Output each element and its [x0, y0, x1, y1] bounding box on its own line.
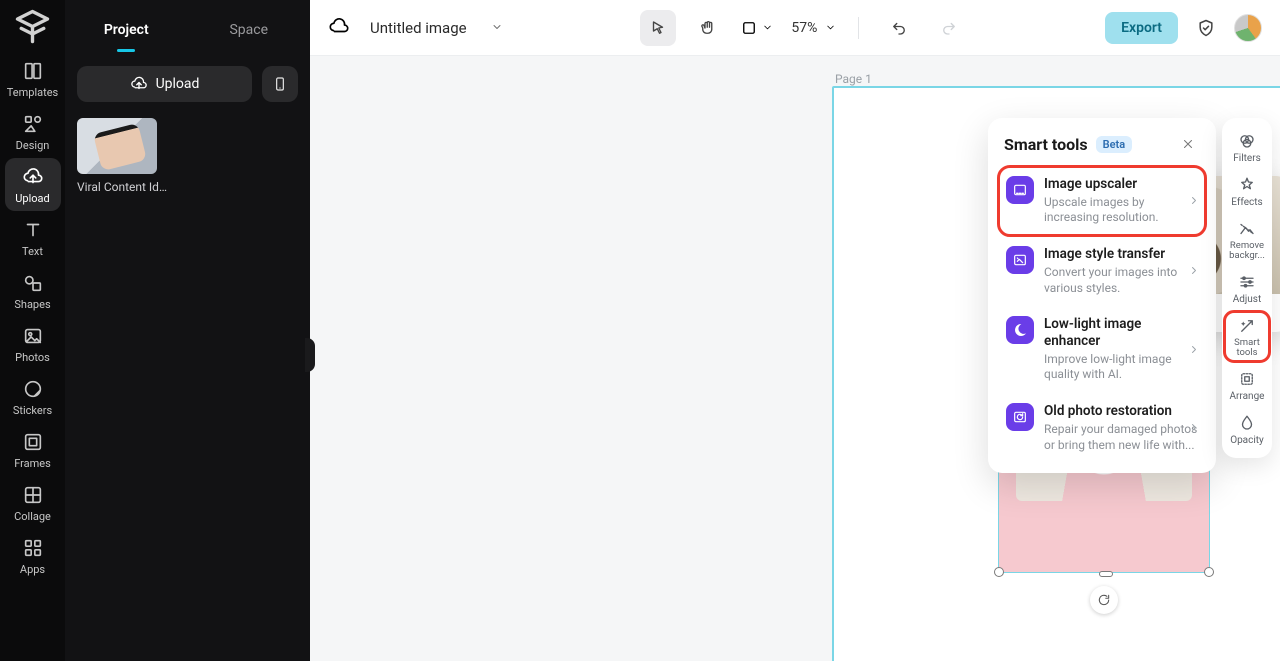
side-panel: Project Space Upload Viral Content Ideas…: [65, 0, 310, 661]
zoom-control[interactable]: 57%: [787, 20, 836, 36]
tool-image-upscaler[interactable]: Image upscaler Upscale images by increas…: [998, 166, 1206, 236]
nav-templates-label: Templates: [7, 86, 58, 99]
zoom-value: 57%: [787, 20, 821, 36]
tool-old-photo[interactable]: Old photo restoration Repair your damage…: [998, 393, 1206, 463]
resize-handle-bl[interactable]: [994, 567, 1004, 577]
chevron-right-icon: [1188, 419, 1200, 438]
nav-shapes-label: Shapes: [14, 298, 50, 311]
upload-button-label: Upload: [156, 76, 200, 92]
asset-item[interactable]: Viral Content Ideas(3...: [77, 118, 173, 194]
canvas[interactable]: Page 1: [310, 56, 1280, 661]
nav-collage-label: Collage: [14, 510, 51, 523]
topbar: Untitled image 57%: [310, 0, 1280, 56]
tool-low-light[interactable]: Low-light image enhancer Improve low-lig…: [998, 306, 1206, 393]
prop-adjust[interactable]: Adjust: [1224, 267, 1270, 309]
prop-opacity-label: Opacity: [1230, 435, 1264, 446]
app-logo[interactable]: [10, 6, 55, 46]
nav-design[interactable]: Design: [5, 105, 61, 158]
low-light-icon: [1006, 316, 1034, 344]
nav-text-label: Text: [22, 245, 43, 258]
property-rail: Filters Effects Remove backgr... Adjust …: [1222, 118, 1272, 458]
chevron-right-icon: [1188, 340, 1200, 359]
nav-text[interactable]: Text: [5, 211, 61, 264]
style-transfer-icon: [1006, 246, 1034, 274]
nav-frames[interactable]: Frames: [5, 423, 61, 476]
nav-shapes[interactable]: Shapes: [5, 264, 61, 317]
prop-filters-label: Filters: [1233, 153, 1261, 164]
prop-arrange-label: Arrange: [1230, 391, 1265, 402]
prop-adjust-label: Adjust: [1233, 294, 1262, 305]
hand-tool[interactable]: [690, 10, 726, 46]
tool-title: Old photo restoration: [1044, 403, 1198, 420]
beta-badge: Beta: [1096, 136, 1133, 153]
rotate-handle[interactable]: [1090, 586, 1118, 614]
prop-smart-tools-label: Smart tools: [1224, 338, 1270, 358]
cloud-sync-icon[interactable]: [328, 15, 350, 41]
tool-desc: Repair your damaged photos or bring them…: [1044, 422, 1198, 453]
nav-upload-label: Upload: [15, 192, 49, 205]
cursor-tool[interactable]: [640, 10, 676, 46]
tool-desc: Upscale images by increasing resolution.: [1044, 195, 1198, 226]
resize-handle-br[interactable]: [1204, 567, 1214, 577]
upload-button[interactable]: Upload: [77, 66, 252, 102]
redo-button[interactable]: [931, 10, 967, 46]
nav-photos-label: Photos: [15, 351, 50, 364]
asset-thumbnail: [77, 118, 157, 174]
prop-effects[interactable]: Effects: [1224, 170, 1270, 212]
tool-desc: Improve low-light image quality with AI.: [1044, 352, 1198, 383]
prop-remove-bg[interactable]: Remove backgr...: [1224, 214, 1270, 265]
chevron-right-icon: [1188, 192, 1200, 211]
tool-style-transfer[interactable]: Image style transfer Convert your images…: [998, 236, 1206, 306]
nav-collage[interactable]: Collage: [5, 476, 61, 529]
export-button[interactable]: Export: [1105, 12, 1178, 44]
export-button-label: Export: [1121, 20, 1162, 36]
restoration-icon: [1006, 403, 1034, 431]
document-title-caret-icon[interactable]: [491, 18, 503, 37]
asset-caption: Viral Content Ideas(3...: [77, 180, 173, 194]
nav-apps-label: Apps: [20, 563, 45, 576]
tab-project[interactable]: Project: [65, 22, 188, 52]
device-upload-button[interactable]: [262, 66, 298, 102]
nav-stickers[interactable]: Stickers: [5, 370, 61, 423]
tab-space[interactable]: Space: [188, 22, 311, 52]
prop-opacity[interactable]: Opacity: [1224, 408, 1270, 450]
shield-icon[interactable]: [1192, 14, 1220, 42]
left-nav-rail: Templates Design Upload Text Shapes Phot…: [0, 0, 65, 661]
topbar-divider: [858, 17, 859, 39]
prop-remove-bg-label: Remove backgr...: [1224, 241, 1270, 261]
prop-filters[interactable]: Filters: [1224, 126, 1270, 168]
popover-close-button[interactable]: [1176, 132, 1200, 156]
tool-title: Image upscaler: [1044, 176, 1198, 193]
page-label: Page 1: [835, 72, 872, 86]
nav-apps[interactable]: Apps: [5, 529, 61, 582]
upscaler-icon: [1006, 176, 1034, 204]
tool-desc: Convert your images into various styles.: [1044, 265, 1198, 296]
smart-tools-popover: Smart tools Beta Image upscaler Upscale …: [988, 118, 1216, 473]
nav-stickers-label: Stickers: [13, 404, 52, 417]
prop-effects-label: Effects: [1231, 197, 1262, 208]
nav-design-label: Design: [16, 139, 50, 152]
nav-templates[interactable]: Templates: [5, 52, 61, 105]
document-title[interactable]: Untitled image: [370, 19, 467, 37]
canvas-size-menu[interactable]: [740, 19, 773, 37]
tool-title: Image style transfer: [1044, 246, 1198, 263]
panel-tabs: Project Space: [65, 0, 310, 52]
popover-title: Smart tools: [1004, 135, 1088, 154]
nav-upload[interactable]: Upload: [5, 158, 61, 211]
chevron-right-icon: [1188, 262, 1200, 281]
avatar[interactable]: [1234, 14, 1262, 42]
tool-title: Low-light image enhancer: [1044, 316, 1198, 350]
nav-frames-label: Frames: [14, 457, 51, 470]
prop-smart-tools[interactable]: Smart tools: [1224, 311, 1270, 362]
panel-collapse-handle[interactable]: [305, 338, 315, 372]
prop-arrange[interactable]: Arrange: [1224, 364, 1270, 406]
resize-handle-mb[interactable]: [1099, 571, 1113, 577]
undo-button[interactable]: [881, 10, 917, 46]
nav-photos[interactable]: Photos: [5, 317, 61, 370]
